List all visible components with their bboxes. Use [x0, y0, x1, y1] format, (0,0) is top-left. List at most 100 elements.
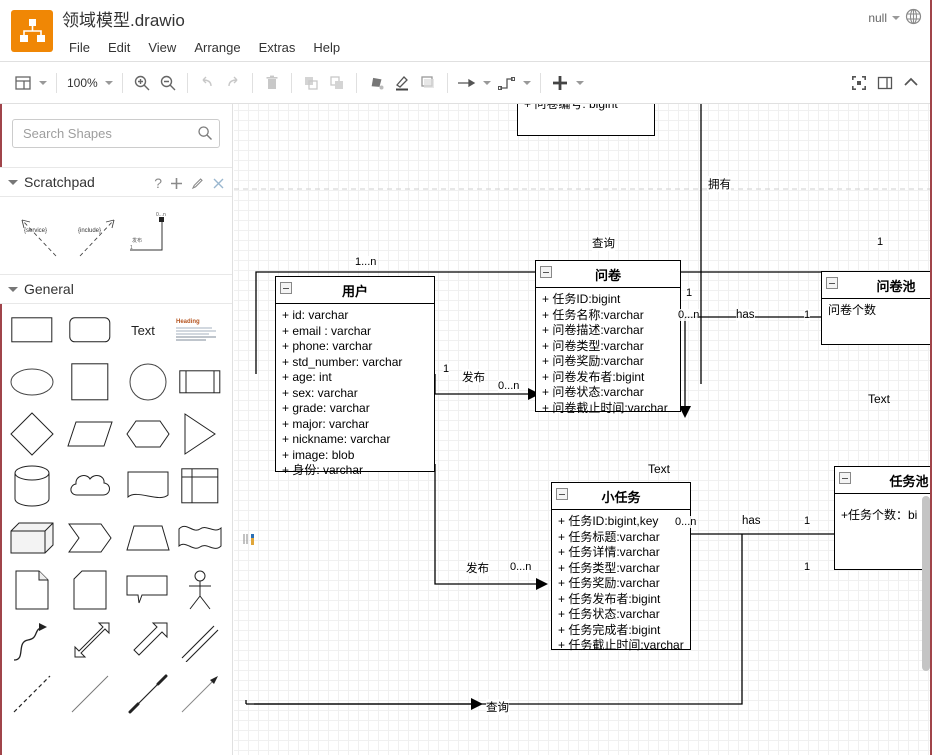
edge-label-publish-task[interactable]: 发布 — [466, 560, 489, 576]
waypoint-chevron-icon[interactable] — [520, 70, 534, 96]
collapse-icon[interactable] — [839, 472, 851, 484]
language-selector[interactable]: null — [868, 8, 922, 28]
free-text-middle[interactable]: Text — [648, 462, 670, 476]
menu-file[interactable]: File — [60, 37, 99, 58]
collapse-chevron-icon[interactable] — [898, 70, 924, 96]
insert-chevron-icon[interactable] — [573, 70, 587, 96]
document-shape[interactable] — [120, 460, 176, 512]
sidebar-splitter-handle[interactable] — [243, 530, 254, 546]
cube-shape[interactable] — [4, 512, 60, 564]
line-color-icon[interactable] — [389, 70, 415, 96]
shadow-icon[interactable] — [415, 70, 441, 96]
close-icon[interactable] — [212, 177, 225, 190]
edge-label-query-top[interactable]: 查询 — [592, 235, 615, 251]
edge-label-publish-q-many[interactable]: 0...n — [498, 380, 520, 392]
partial-questionnaire-item-class[interactable]: + 是否必答: bool + 问卷编号: bigint — [517, 104, 655, 136]
edge-label-has-task[interactable]: has — [742, 515, 761, 527]
questionnaire-pool-class[interactable]: 问卷池 问卷个数 — [821, 271, 932, 345]
small-task-class[interactable]: 小任务 + 任务ID:bigint,key + 任务标题:varchar + 任… — [551, 482, 691, 652]
send-to-back-icon[interactable] — [324, 70, 350, 96]
sidebar-section-general[interactable]: General — [0, 274, 232, 304]
edge-label-user-mult[interactable]: 1...n — [355, 256, 377, 268]
edge-label-publish-t-many[interactable]: 0...n — [510, 561, 532, 573]
service-stereotype-edge-shape[interactable]: {service} — [12, 205, 66, 263]
parallelogram-shape[interactable] — [62, 408, 118, 460]
redo-icon[interactable] — [220, 70, 246, 96]
bidirectional-arrow-shape[interactable] — [120, 668, 176, 720]
edge-label-pool-one-top[interactable]: 1 — [877, 236, 884, 248]
menu-extras[interactable]: Extras — [250, 37, 305, 58]
zoom-level-label[interactable]: 100% — [63, 76, 102, 90]
edge-label-has-t-many[interactable]: 0...n — [675, 516, 697, 528]
edge-label-has-t-one[interactable]: 1 — [804, 515, 811, 527]
trapezoid-shape[interactable] — [120, 512, 176, 564]
search-icon[interactable] — [197, 125, 213, 144]
help-icon[interactable]: ? — [154, 175, 162, 191]
format-panel-icon[interactable] — [872, 70, 898, 96]
orthogonal-connector-icon[interactable] — [494, 70, 520, 96]
menu-arrange[interactable]: Arrange — [185, 37, 249, 58]
canvas-vertical-scrollbar[interactable] — [922, 496, 930, 671]
callout-shape[interactable] — [118, 564, 176, 616]
ellipse-shape[interactable] — [4, 356, 60, 408]
edge-label-publish-questionnaire[interactable]: 发布 — [462, 369, 485, 385]
edge-label-own[interactable]: 拥有 — [708, 176, 731, 192]
rounded-rectangle-shape[interactable] — [62, 304, 118, 356]
bring-to-front-icon[interactable] — [298, 70, 324, 96]
collapse-icon[interactable] — [556, 488, 568, 500]
menu-view[interactable]: View — [139, 37, 185, 58]
textbox-shape[interactable]: Heading — [168, 304, 228, 356]
plus-icon[interactable] — [170, 177, 183, 190]
double-line-shape[interactable] — [172, 616, 228, 668]
cloud-shape[interactable] — [62, 460, 118, 512]
square-shape[interactable] — [62, 356, 118, 408]
edge-label-query-bottom[interactable]: 查询 — [486, 699, 509, 715]
panel-layout-icon[interactable] — [10, 70, 36, 96]
cylinder-shape[interactable] — [4, 460, 60, 512]
zoom-chevron-icon[interactable] — [102, 70, 116, 96]
diamond-shape[interactable] — [4, 408, 60, 460]
rectangle-shape[interactable] — [4, 304, 60, 356]
edge-label-has-q-one[interactable]: 1 — [804, 309, 811, 321]
edge-label-has-questionnaire[interactable]: has — [736, 309, 755, 321]
search-input[interactable] — [12, 119, 220, 148]
task-pool-class[interactable]: 任务池 +任务个数：bi — [834, 466, 932, 570]
actor-shape[interactable] — [172, 564, 228, 616]
panel-layout-chevron-icon[interactable] — [36, 70, 50, 96]
dashed-line-shape[interactable] — [4, 668, 60, 720]
hexagon-shape[interactable] — [120, 408, 176, 460]
edge-label-q-one[interactable]: 1 — [686, 287, 693, 299]
undo-icon[interactable] — [194, 70, 220, 96]
block-arrow-shape[interactable] — [120, 616, 176, 668]
edit-icon[interactable] — [191, 177, 204, 190]
internal-storage-shape[interactable] — [172, 460, 228, 512]
trash-icon[interactable] — [259, 70, 285, 96]
edge-label-has-q-many[interactable]: 0...n — [678, 309, 700, 321]
note-shape[interactable] — [4, 564, 60, 616]
card-shape[interactable] — [62, 564, 118, 616]
curved-arrow-shape[interactable] — [4, 616, 60, 668]
bidirectional-block-arrow-shape[interactable] — [62, 616, 118, 668]
user-class[interactable]: 用户 + id: varchar + email : varchar + pho… — [275, 276, 435, 477]
step-shape[interactable] — [62, 512, 118, 564]
text-shape[interactable]: Text — [120, 304, 166, 356]
free-text-right[interactable]: Text — [868, 392, 890, 406]
connector-chevron-icon[interactable] — [480, 70, 494, 96]
straight-connector-icon[interactable] — [454, 70, 480, 96]
menu-help[interactable]: Help — [304, 37, 349, 58]
triangle-shape[interactable] — [172, 408, 228, 460]
menu-edit[interactable]: Edit — [99, 37, 139, 58]
collapse-icon[interactable] — [540, 266, 552, 278]
edge-label-publish-q-one[interactable]: 1 — [443, 363, 450, 375]
zoom-in-icon[interactable] — [129, 70, 155, 96]
multiplicity-edge-shape[interactable]: 0...n 发布 1 — [126, 205, 180, 263]
thin-arrow-shape[interactable] — [172, 668, 228, 720]
tape-shape[interactable] — [172, 512, 228, 564]
circle-shape[interactable] — [120, 356, 176, 408]
edge-label-task-one[interactable]: 1 — [804, 561, 811, 573]
fill-color-icon[interactable] — [363, 70, 389, 96]
process-shape[interactable] — [172, 356, 228, 408]
questionnaire-class[interactable]: 问卷 + 任务ID:bigint + 任务名称:varchar + 问卷描述:v… — [535, 260, 681, 415]
include-stereotype-edge-shape[interactable]: {include} — [70, 205, 124, 263]
fullscreen-icon[interactable] — [846, 70, 872, 96]
